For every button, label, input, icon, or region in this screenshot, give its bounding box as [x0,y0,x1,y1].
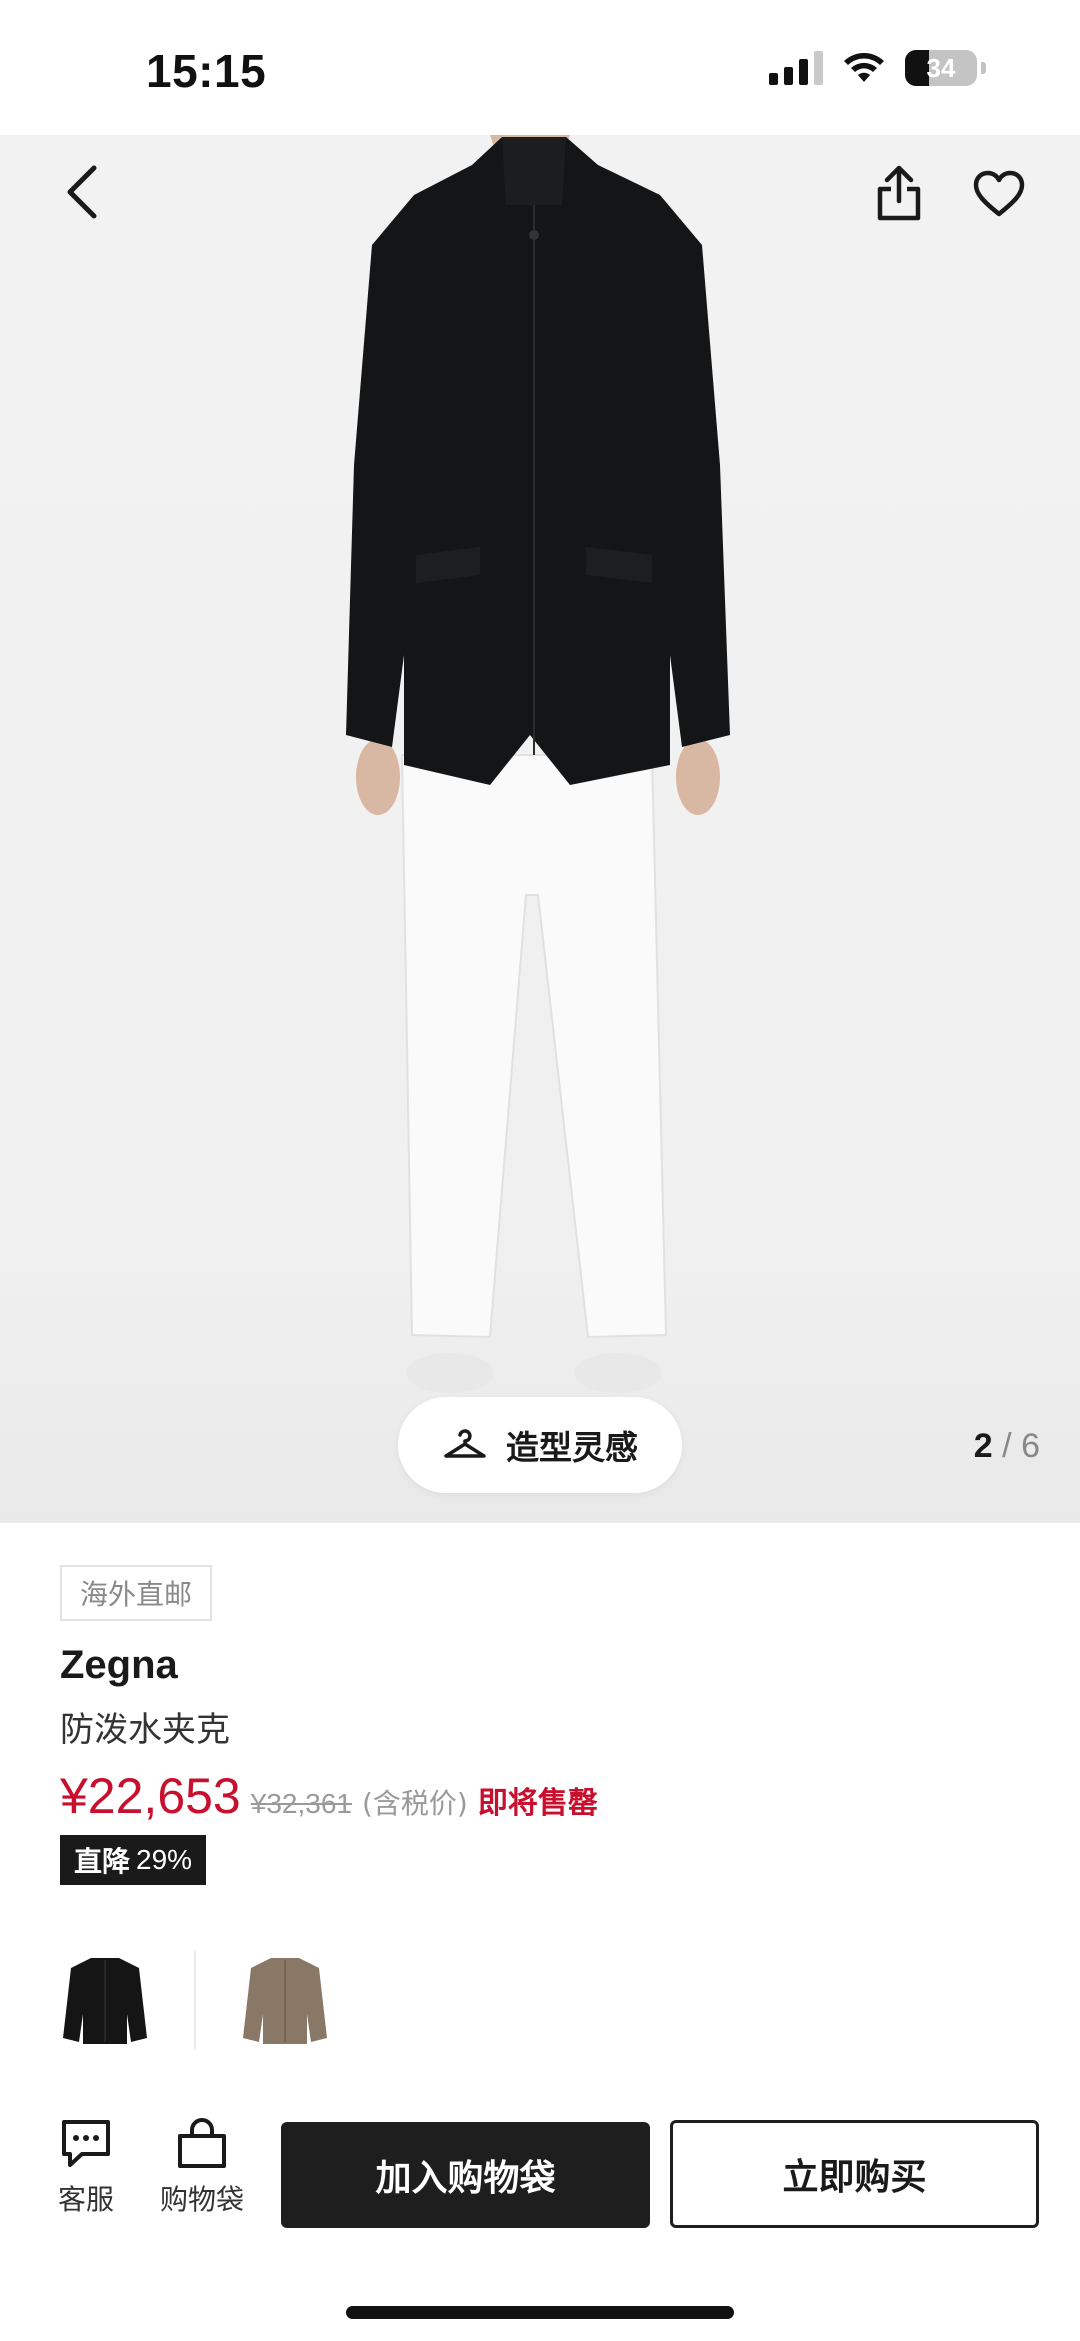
variant-divider [194,1950,196,2050]
product-info: 海外直邮 Zegna 防泼水夹克 ¥22,653 ¥32,361 (含税价) 即… [60,1523,1020,1885]
product-photo [346,135,730,1393]
current-price: ¥22,653 [60,1768,241,1824]
status-time: 15:15 [146,45,267,97]
battery-icon: 34 [905,50,977,86]
styling-inspiration-button[interactable]: 造型灵感 [398,1397,682,1493]
page-current: 2 [973,1427,993,1465]
status-bar: 15:15 34 [0,0,1080,135]
tax-note: (含税价) [361,1787,468,1820]
shipping-tag: 海外直邮 [60,1565,213,1621]
image-page-counter: 2 / 6 [974,1427,1040,1466]
chevron-left-icon [67,165,97,219]
share-button[interactable] [868,157,930,229]
page-separator: / [1002,1427,1012,1465]
shopping-bag-label: 购物袋 [159,2183,244,2216]
buy-now-button[interactable]: 立即购买 [670,2120,1039,2228]
customer-service-label: 客服 [57,2183,114,2216]
discount-value: 29% [136,1844,193,1875]
color-variants [60,1950,330,2050]
chat-icon [62,2120,110,2167]
original-price: ¥32,361 [250,1788,352,1819]
page-total: 6 [1021,1427,1040,1465]
styling-label: 造型灵感 [506,1428,638,1467]
discount-label: 直降 [74,1845,131,1878]
product-name: 防泼水夹克 [60,1710,230,1750]
stock-note: 即将售罄 [477,1786,598,1821]
status-icons: 34 [769,50,986,86]
battery-level: 34 [926,52,956,83]
shopping-bag-icon [178,2118,226,2168]
home-indicator [346,2306,734,2319]
wifi-icon [844,53,884,82]
variant-black[interactable] [60,1952,150,2048]
add-to-bag-button[interactable]: 加入购物袋 [281,2122,650,2228]
favorite-button[interactable] [966,161,1032,227]
shopping-bag-button[interactable]: 购物袋 [152,2118,252,2218]
taupe-jacket-thumbnail [243,1958,327,2044]
back-button[interactable] [52,157,112,227]
discount-badge: 直降 29% [60,1835,207,1885]
variant-taupe[interactable] [240,1952,330,2048]
bottom-action-bar: 客服 购物袋 加入购物袋 立即购买 [0,2110,1080,2250]
brand-name[interactable]: Zegna [60,1643,1020,1688]
customer-service-button[interactable]: 客服 [50,2118,122,2218]
product-image-carousel[interactable]: 造型灵感 2 / 6 [0,135,1080,1523]
black-jacket-thumbnail [63,1958,147,2044]
signal-icon [769,51,823,85]
hanger-icon [444,1429,486,1458]
share-icon [877,165,921,221]
heart-icon [973,170,1025,217]
price-row: ¥22,653 ¥32,361 (含税价) 即将售罄 [60,1767,1020,1825]
